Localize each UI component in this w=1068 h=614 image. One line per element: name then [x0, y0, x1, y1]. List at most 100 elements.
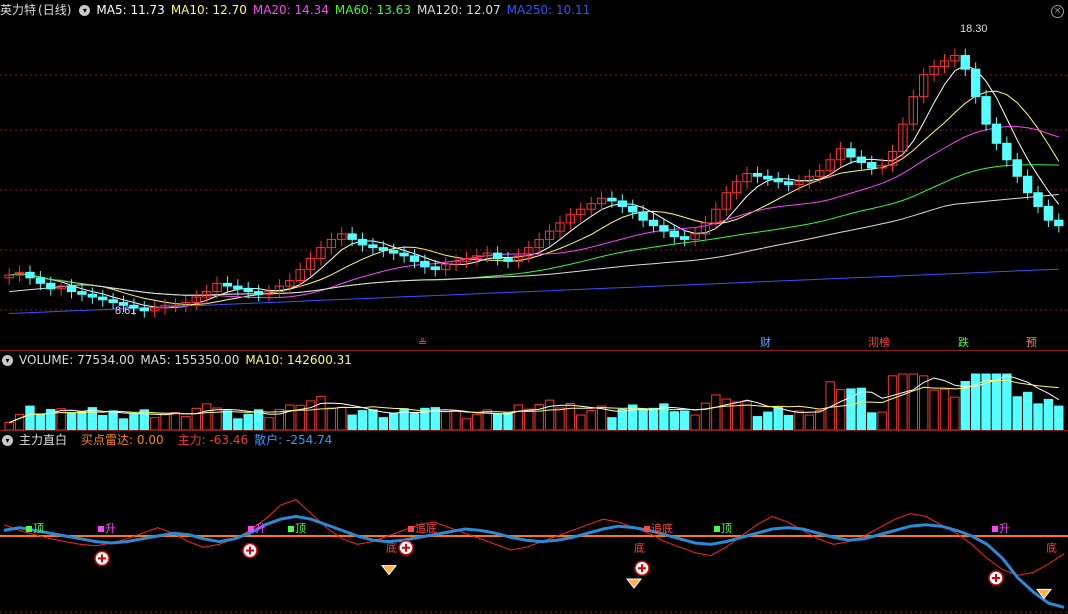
volume-bar — [835, 389, 846, 430]
main-chart-header: 英力特 (日线) ▾ MA5: 11.73 MA10: 12.70 MA20: … — [0, 0, 596, 20]
volume-ma10: MA10: 142600.31 — [245, 353, 352, 367]
volume-bar — [555, 407, 565, 430]
ma-line-ma10 — [9, 90, 1060, 305]
volume-bar — [773, 407, 783, 430]
signal-marker — [714, 526, 720, 532]
volume-bar — [25, 405, 35, 430]
volume-chart[interactable] — [0, 370, 1068, 430]
candle-body — [399, 252, 409, 257]
ma5-label: MA5: 11.73 — [96, 3, 165, 17]
volume-ma-line — [9, 374, 1060, 423]
volume-bar — [991, 373, 1002, 430]
volume-bar — [763, 411, 773, 430]
volume-bar — [274, 408, 285, 430]
volume-bar — [628, 404, 638, 430]
signal-label: 顶 — [33, 522, 44, 535]
chevron-down-icon[interactable]: ▾ — [2, 354, 13, 366]
volume-bar — [586, 410, 596, 430]
diamond-signal-icon — [380, 565, 398, 576]
candle-body — [1022, 175, 1033, 194]
event-tag-finance[interactable]: 财 — [758, 336, 773, 350]
volume-bar — [129, 413, 139, 430]
volume-bar — [565, 402, 576, 430]
volume-bar — [409, 412, 420, 430]
candle-body — [503, 258, 513, 262]
volume-bar — [669, 411, 679, 430]
signal-marker — [408, 526, 414, 532]
indicator-name: 主力直白 — [19, 433, 68, 447]
volume-bar — [544, 399, 555, 430]
volume-bar — [794, 410, 804, 430]
signal-marker — [248, 526, 254, 532]
volume-bar — [357, 410, 368, 430]
volume-bar — [887, 375, 898, 430]
candle-body — [659, 225, 669, 232]
volume-bar — [783, 414, 794, 430]
candle-body — [1012, 159, 1022, 177]
volume-bar — [524, 408, 534, 430]
volume-bar — [856, 387, 867, 430]
volume-bar — [1012, 396, 1022, 430]
event-tag-forecast[interactable]: 预 — [1024, 336, 1039, 350]
candle-body — [669, 230, 679, 238]
volume-bar — [243, 413, 253, 430]
volume-bar — [139, 409, 149, 430]
candle-body — [981, 96, 991, 125]
volume-bar — [1033, 403, 1043, 430]
candle-body — [492, 252, 503, 260]
candle-body — [846, 148, 856, 158]
volume-bar — [337, 406, 347, 430]
signal-label: 升 — [105, 522, 116, 535]
event-tag-notice[interactable]: ≗ — [416, 336, 429, 350]
volume-bar — [970, 373, 981, 430]
signal-label: 顶 — [721, 522, 732, 535]
volume-bar — [222, 410, 233, 430]
volume-bar — [98, 414, 108, 430]
price-chart[interactable]: 18.30 8.61 — [0, 20, 1068, 350]
volume-bar — [898, 373, 908, 430]
candle-body — [783, 181, 794, 185]
buy-radar-value: 买点雷达: 0.00 — [81, 433, 164, 447]
signal-marker — [288, 526, 294, 532]
volume-bar — [877, 411, 887, 430]
volume-bar — [1043, 398, 1054, 430]
chevron-down-icon[interactable]: ▾ — [2, 434, 13, 446]
candle-body — [222, 282, 233, 287]
close-icon[interactable]: × — [1051, 5, 1064, 18]
candle-body — [368, 244, 378, 249]
candle-body — [1002, 142, 1012, 161]
main-force-line — [3, 499, 1065, 576]
signal-label: 追底 — [415, 521, 437, 535]
event-tag-leaderboard[interactable]: 沏榜 — [866, 336, 892, 350]
indicator-chart[interactable]: 顶 升 升 顶 追底 追底 顶 升底 底 底 — [0, 450, 1068, 614]
volume-bar — [690, 414, 700, 430]
volume-bar — [752, 416, 763, 430]
volume-bar — [908, 373, 919, 430]
volume-bar — [440, 411, 451, 430]
volume-bar — [191, 407, 201, 430]
candle-body — [25, 271, 35, 279]
candle-body — [35, 277, 46, 284]
volume-bar — [149, 417, 160, 430]
volume-bar — [233, 418, 243, 430]
candle-body — [378, 247, 389, 251]
volume-bar — [461, 418, 472, 430]
candle-body — [991, 123, 1002, 144]
volume-bar — [285, 404, 295, 430]
candle-body — [347, 233, 357, 240]
candle-body — [108, 299, 118, 304]
diamond-signal-icon — [625, 578, 643, 589]
volume-ma-line — [9, 379, 1059, 423]
candle-body — [960, 54, 970, 70]
ma60-label: MA60: 13.63 — [334, 3, 411, 17]
chevron-down-icon[interactable]: ▾ — [79, 4, 91, 16]
candle-body — [430, 266, 440, 271]
event-tag-drop[interactable]: 跌 — [956, 336, 971, 350]
candle-body — [648, 219, 659, 227]
candle-body — [139, 307, 149, 312]
ma250-label: MA250: 10.11 — [506, 3, 591, 17]
volume-bar — [326, 407, 337, 430]
candle-body — [420, 260, 430, 268]
volume-bar — [472, 413, 482, 430]
ma20-label: MA20: 14.34 — [252, 3, 329, 17]
